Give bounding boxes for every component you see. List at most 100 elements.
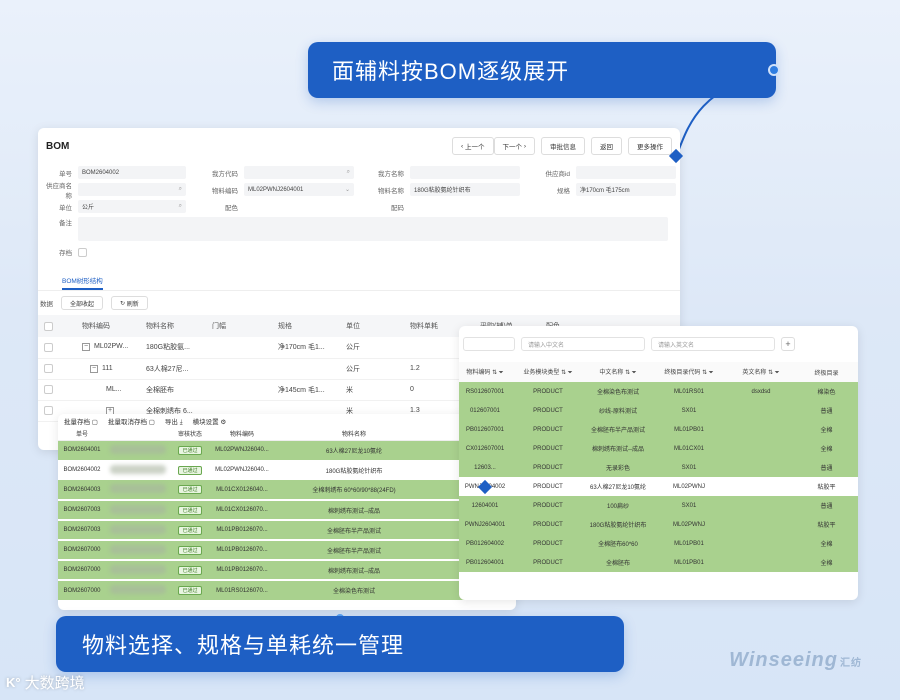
- row-checkbox[interactable]: [44, 342, 53, 352]
- back-button[interactable]: 返回: [591, 137, 622, 155]
- table-row[interactable]: RS012607001 PRODUCT 全棉染色布测试 ML01RS01 dsxdsd 棉…: [459, 382, 858, 401]
- col-cn-name[interactable]: 中文名称 ⇅ ⏷: [585, 362, 651, 382]
- chevron-down-icon: ⌄: [344, 187, 350, 193]
- collapse-toggle-icon[interactable]: −: [90, 364, 98, 373]
- watermark-logo-icon: K°: [6, 675, 21, 690]
- tab-bom-tree[interactable]: BOM树形结构: [62, 275, 103, 290]
- material-name-field[interactable]: 180G粘胶氨纶针织布: [410, 183, 520, 196]
- select-all-checkbox[interactable]: [44, 321, 53, 331]
- material-name-label: 物料名称: [378, 187, 404, 195]
- watermark: K° 大数跨境: [6, 675, 85, 692]
- table-row[interactable]: PB012607001 PRODUCT 全棉胚布半产品测试 ML01PB01 全棉: [459, 420, 858, 439]
- table-row[interactable]: CX012607001 PRODUCT 棉刺绣布测试--成品 ML01CX01 全棉: [459, 439, 858, 458]
- our-name-field[interactable]: [410, 166, 520, 179]
- table-row[interactable]: 12604001 PRODUCT 100扁纱 SX01 普通: [459, 496, 858, 515]
- remark-field[interactable]: [78, 217, 668, 241]
- table-row[interactable]: BOM2607003已通过ML01CX0126070...棉刺绣布测试--成品规…: [58, 499, 516, 520]
- bom-form: 单号 BOM2604002 我方代码 ⌕ 我方名称 供应商id 供应商名称 ⌕ …: [38, 164, 680, 263]
- table-row[interactable]: BOM2604003 已通过 ML01CX0126040... 全棉刺绣布 60*60…: [58, 480, 516, 500]
- color-label: 配色: [225, 204, 238, 212]
- col-spec[interactable]: 规格: [272, 315, 340, 337]
- export-button[interactable]: 导出 ⤓: [165, 416, 183, 427]
- color-code-label: 配码: [391, 204, 404, 212]
- table-row[interactable]: PWNJ2604002PRODUCT63人棉27尼龙10氨纶ML02PWNJ粘胶…: [459, 477, 858, 496]
- col-material-code[interactable]: 物料编码: [210, 428, 274, 441]
- more-actions-button[interactable]: 更多操作: [628, 137, 672, 155]
- doc-no-field[interactable]: BOM2604002: [78, 166, 186, 179]
- our-code-field[interactable]: ⌕: [244, 166, 354, 179]
- table-row[interactable]: BOM2604001 已通过 ML02PWNJ26040... 63人棉27尼龙10氨…: [58, 440, 516, 460]
- spec-label: 规格: [557, 187, 570, 195]
- batch-archive-button[interactable]: 批量存档 ▢: [64, 416, 98, 426]
- module-settings-button[interactable]: 横块设置 ⚙: [193, 416, 227, 426]
- supplier-id-field[interactable]: [576, 166, 676, 179]
- color-field[interactable]: [244, 200, 354, 213]
- col-material-name[interactable]: 物料名称: [140, 315, 206, 337]
- collapse-all-button[interactable]: 全部收起: [61, 296, 104, 310]
- row-checkbox[interactable]: [44, 385, 53, 394]
- col-status[interactable]: 审核状态: [170, 428, 210, 441]
- our-name-label: 我方名称: [378, 170, 404, 178]
- search-input-left[interactable]: [463, 337, 515, 351]
- row-checkbox[interactable]: [44, 406, 53, 415]
- col-category[interactable]: 终极目录: [795, 362, 858, 382]
- collapse-toggle-icon[interactable]: −: [82, 343, 90, 352]
- table-row[interactable]: BOM2607000已通过ML01PB0126070...棉刺绣布测试--成品规…: [58, 559, 516, 580]
- module-search-bar: 请输入中文名 请输入英文名 +: [459, 326, 858, 362]
- search-icon: ⌕: [178, 186, 182, 192]
- table-row[interactable]: 012607001 PRODUCT 纱线-原料测试 SX01 普通: [459, 401, 858, 420]
- cn-name-input[interactable]: 请输入中文名: [521, 337, 645, 351]
- brand-logo: Winseeing 汇纺: [729, 649, 862, 671]
- refresh-button[interactable]: ↻ 刷新: [111, 296, 148, 310]
- bom-header: BOM ‹ 上一个 下一个 › 审批信息 返回 更多操作: [38, 128, 680, 164]
- en-name-input[interactable]: 请输入英文名: [651, 337, 775, 351]
- refresh-icon: ↻: [120, 300, 126, 307]
- our-code-label: 我方代码: [212, 170, 238, 178]
- unit-field[interactable]: 公斤 ⌕: [78, 200, 186, 213]
- next-button[interactable]: 下一个 ›: [493, 137, 535, 155]
- module-table: 物料编码 ⇅ ⏷ 业务模块类型 ⇅ ⏷ 中文名称 ⇅ ⏷ 终极目录代码 ⇅ ⏷ …: [459, 362, 858, 572]
- col-width[interactable]: 门幅: [206, 315, 272, 337]
- col-material-name[interactable]: 物料名称: [274, 428, 434, 441]
- search-icon: ⌕: [178, 203, 182, 209]
- col-doc-no[interactable]: 单号: [58, 428, 106, 441]
- archive-checkbox[interactable]: [78, 247, 87, 257]
- prev-button[interactable]: ‹ 上一个: [452, 137, 494, 155]
- archive-label: 存档: [59, 250, 72, 257]
- banner-text: 面辅料按BOM逐级展开: [332, 59, 570, 84]
- spec-field[interactable]: 净170cm 毛175cm: [576, 183, 676, 196]
- supplier-id-label: 供应商id: [545, 170, 570, 178]
- table-row[interactable]: BOM2604002 已通过 ML02PWNJ26040... 180G粘胶氨纶针织布…: [58, 460, 516, 480]
- material-code-label: 物料编码: [212, 187, 238, 195]
- data-label: 数据: [40, 301, 53, 308]
- audit-info-button[interactable]: 审批信息: [541, 137, 585, 155]
- color-code-field[interactable]: [410, 200, 520, 213]
- table-row[interactable]: PB012604002 PRODUCT 全棉胚布60*60 ML01PB01 全棉: [459, 534, 858, 553]
- table-row[interactable]: PWNJ2604001 PRODUCT 180G粘胶氨纶针织布 ML02PWNJ 粘胶平: [459, 515, 858, 534]
- table-row[interactable]: 12603... PRODUCT 无录彩色 SX01 普通: [459, 458, 858, 477]
- col-material-code[interactable]: 物料编码: [76, 315, 140, 337]
- add-icon[interactable]: +: [781, 337, 795, 351]
- supplier-name-label: 供应商名称: [46, 182, 72, 200]
- col-material-code[interactable]: 物料编码 ⇅ ⏷: [459, 362, 511, 382]
- table-row[interactable]: BOM2607000已通过ML01PB0126070...全棉胚布半产品测试10…: [58, 539, 516, 560]
- table-row[interactable]: PB012604001 PRODUCT 全棉胚布 ML01PB01 全棉: [459, 553, 858, 572]
- list-toolbar: 批量存档 ▢ 批量取消存档 ▢ 导出 ⤓ 横块设置 ⚙: [58, 414, 516, 428]
- col-category-code[interactable]: 终极目录代码 ⇅ ⏷: [651, 362, 727, 382]
- col-module-type[interactable]: 业务模块类型 ⇅ ⏷: [511, 362, 585, 382]
- tree-toolbar: 数据 全部收起 ↻ 刷新: [38, 291, 680, 315]
- material-code-field[interactable]: ML02PWNJ2604001 ⌄: [244, 183, 354, 196]
- supplier-name-field[interactable]: ⌕: [78, 183, 186, 196]
- table-row[interactable]: BOM2607000 已通过 ML01RS0126070... 全棉染色布测试: [58, 579, 516, 600]
- banner-text: 物料选择、规格与单耗统一管理: [82, 633, 405, 658]
- material-modules-panel: 请输入中文名 请输入英文名 + 物料编码 ⇅ ⏷ 业务模块类型 ⇅ ⏷ 中文名称…: [459, 326, 858, 600]
- remark-label: 备注: [59, 220, 72, 227]
- col-unit[interactable]: 单位: [340, 315, 404, 337]
- page-title: BOM: [46, 140, 70, 152]
- tab-bar: BOM树形结构: [38, 273, 680, 291]
- batch-unarchive-button[interactable]: 批量取消存档 ▢: [108, 416, 155, 426]
- row-checkbox[interactable]: [44, 364, 53, 373]
- doc-no-label: 单号: [59, 170, 72, 178]
- table-row[interactable]: BOM2607003已通过ML01PB0126070...全棉胚布半产品测试10…: [58, 519, 516, 540]
- col-en-name[interactable]: 英文名称 ⇅ ⏷: [727, 362, 795, 382]
